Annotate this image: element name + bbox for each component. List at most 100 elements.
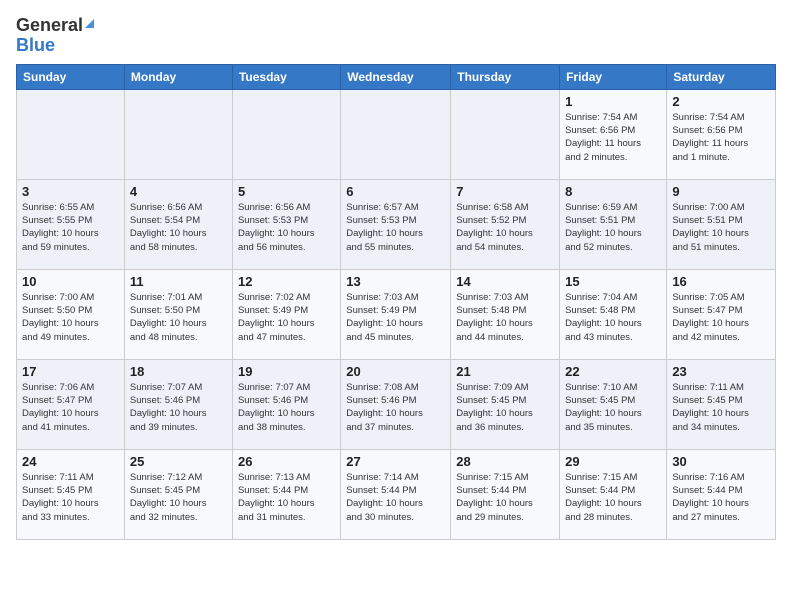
day-info: Sunrise: 7:00 AM Sunset: 5:50 PM Dayligh… [22, 291, 119, 344]
day-info: Sunrise: 7:16 AM Sunset: 5:44 PM Dayligh… [672, 471, 770, 524]
calendar-cell: 14 Sunrise: 7:03 AM Sunset: 5:48 PM Dayli… [451, 269, 560, 359]
day-number: 14 [456, 274, 554, 289]
calendar-cell: 23 Sunrise: 7:11 AM Sunset: 5:45 PM Dayli… [667, 359, 776, 449]
day-info: Sunrise: 7:07 AM Sunset: 5:46 PM Dayligh… [238, 381, 335, 434]
calendar-cell: 9Sunrise: 7:00 AM Sunset: 5:51 PM Daylig… [667, 179, 776, 269]
calendar-cell: 7 Sunrise: 6:58 AM Sunset: 5:52 PM Daylig… [451, 179, 560, 269]
day-info: Sunrise: 6:56 AM Sunset: 5:53 PM Dayligh… [238, 201, 335, 254]
day-info: Sunrise: 7:09 AM Sunset: 5:45 PM Dayligh… [456, 381, 554, 434]
page-header: General Blue [16, 16, 776, 56]
day-number: 12 [238, 274, 335, 289]
day-info: Sunrise: 6:58 AM Sunset: 5:52 PM Dayligh… [456, 201, 554, 254]
logo: General Blue [16, 16, 94, 56]
calendar-cell [451, 89, 560, 179]
calendar-table: SundayMondayTuesdayWednesdayThursdayFrid… [16, 64, 776, 540]
calendar-cell: 3 Sunrise: 6:55 AM Sunset: 5:55 PM Daylig… [17, 179, 125, 269]
day-number: 30 [672, 454, 770, 469]
day-number: 5 [238, 184, 335, 199]
logo-blue: Blue [16, 35, 55, 55]
calendar-cell [232, 89, 340, 179]
day-info: Sunrise: 7:01 AM Sunset: 5:50 PM Dayligh… [130, 291, 227, 344]
day-info: Sunrise: 7:54 AM Sunset: 6:56 PM Dayligh… [672, 111, 770, 164]
day-number: 20 [346, 364, 445, 379]
calendar-cell [124, 89, 232, 179]
day-number: 15 [565, 274, 661, 289]
calendar-cell: 26 Sunrise: 7:13 AM Sunset: 5:44 PM Dayli… [232, 449, 340, 539]
calendar-cell [341, 89, 451, 179]
day-info: Sunrise: 7:13 AM Sunset: 5:44 PM Dayligh… [238, 471, 335, 524]
day-number: 8 [565, 184, 661, 199]
day-number: 16 [672, 274, 770, 289]
calendar-cell: 15 Sunrise: 7:04 AM Sunset: 5:48 PM Dayli… [560, 269, 667, 359]
day-number: 2 [672, 94, 770, 109]
calendar-cell: 24 Sunrise: 7:11 AM Sunset: 5:45 PM Dayli… [17, 449, 125, 539]
day-number: 29 [565, 454, 661, 469]
calendar-cell: 25 Sunrise: 7:12 AM Sunset: 5:45 PM Dayli… [124, 449, 232, 539]
calendar-cell: 28 Sunrise: 7:15 AM Sunset: 5:44 PM Dayli… [451, 449, 560, 539]
day-number: 18 [130, 364, 227, 379]
day-number: 10 [22, 274, 119, 289]
calendar-cell: 8 Sunrise: 6:59 AM Sunset: 5:51 PM Daylig… [560, 179, 667, 269]
day-info: Sunrise: 7:05 AM Sunset: 5:47 PM Dayligh… [672, 291, 770, 344]
day-info: Sunrise: 7:00 AM Sunset: 5:51 PM Dayligh… [672, 201, 770, 254]
day-info: Sunrise: 7:15 AM Sunset: 5:44 PM Dayligh… [456, 471, 554, 524]
day-number: 21 [456, 364, 554, 379]
day-number: 6 [346, 184, 445, 199]
day-info: Sunrise: 7:54 AM Sunset: 6:56 PM Dayligh… [565, 111, 661, 164]
calendar-week-2: 3 Sunrise: 6:55 AM Sunset: 5:55 PM Daylig… [17, 179, 776, 269]
weekday-header-sunday: Sunday [17, 64, 125, 89]
calendar-cell: 18 Sunrise: 7:07 AM Sunset: 5:46 PM Dayli… [124, 359, 232, 449]
day-number: 11 [130, 274, 227, 289]
day-number: 17 [22, 364, 119, 379]
day-info: Sunrise: 7:15 AM Sunset: 5:44 PM Dayligh… [565, 471, 661, 524]
calendar-week-3: 10 Sunrise: 7:00 AM Sunset: 5:50 PM Dayli… [17, 269, 776, 359]
day-number: 26 [238, 454, 335, 469]
calendar-cell: 29 Sunrise: 7:15 AM Sunset: 5:44 PM Dayli… [560, 449, 667, 539]
day-info: Sunrise: 7:02 AM Sunset: 5:49 PM Dayligh… [238, 291, 335, 344]
weekday-header-friday: Friday [560, 64, 667, 89]
day-info: Sunrise: 7:14 AM Sunset: 5:44 PM Dayligh… [346, 471, 445, 524]
weekday-header-monday: Monday [124, 64, 232, 89]
day-info: Sunrise: 6:55 AM Sunset: 5:55 PM Dayligh… [22, 201, 119, 254]
calendar-cell: 11 Sunrise: 7:01 AM Sunset: 5:50 PM Dayli… [124, 269, 232, 359]
day-number: 23 [672, 364, 770, 379]
calendar-cell: 19Sunrise: 7:07 AM Sunset: 5:46 PM Dayli… [232, 359, 340, 449]
day-info: Sunrise: 7:03 AM Sunset: 5:49 PM Dayligh… [346, 291, 445, 344]
day-number: 7 [456, 184, 554, 199]
day-info: Sunrise: 6:56 AM Sunset: 5:54 PM Dayligh… [130, 201, 227, 254]
day-number: 27 [346, 454, 445, 469]
day-number: 22 [565, 364, 661, 379]
day-number: 13 [346, 274, 445, 289]
calendar-week-1: 1 Sunrise: 7:54 AM Sunset: 6:56 PM Daylig… [17, 89, 776, 179]
day-info: Sunrise: 6:57 AM Sunset: 5:53 PM Dayligh… [346, 201, 445, 254]
day-info: Sunrise: 7:12 AM Sunset: 5:45 PM Dayligh… [130, 471, 227, 524]
weekday-header-saturday: Saturday [667, 64, 776, 89]
day-info: Sunrise: 7:11 AM Sunset: 5:45 PM Dayligh… [672, 381, 770, 434]
calendar-cell: 22 Sunrise: 7:10 AM Sunset: 5:45 PM Dayli… [560, 359, 667, 449]
day-number: 25 [130, 454, 227, 469]
day-number: 1 [565, 94, 661, 109]
calendar-cell: 30 Sunrise: 7:16 AM Sunset: 5:44 PM Dayli… [667, 449, 776, 539]
weekday-header-wednesday: Wednesday [341, 64, 451, 89]
day-info: Sunrise: 6:59 AM Sunset: 5:51 PM Dayligh… [565, 201, 661, 254]
weekday-header-thursday: Thursday [451, 64, 560, 89]
day-number: 3 [22, 184, 119, 199]
day-info: Sunrise: 7:04 AM Sunset: 5:48 PM Dayligh… [565, 291, 661, 344]
day-info: Sunrise: 7:06 AM Sunset: 5:47 PM Dayligh… [22, 381, 119, 434]
calendar-cell: 17 Sunrise: 7:06 AM Sunset: 5:47 PM Dayli… [17, 359, 125, 449]
day-number: 28 [456, 454, 554, 469]
calendar-cell: 20 Sunrise: 7:08 AM Sunset: 5:46 PM Dayli… [341, 359, 451, 449]
logo-general: General [16, 16, 83, 36]
day-info: Sunrise: 7:11 AM Sunset: 5:45 PM Dayligh… [22, 471, 119, 524]
calendar-cell: 13 Sunrise: 7:03 AM Sunset: 5:49 PM Dayli… [341, 269, 451, 359]
calendar-cell: 6 Sunrise: 6:57 AM Sunset: 5:53 PM Daylig… [341, 179, 451, 269]
day-info: Sunrise: 7:10 AM Sunset: 5:45 PM Dayligh… [565, 381, 661, 434]
calendar-cell: 12 Sunrise: 7:02 AM Sunset: 5:49 PM Dayli… [232, 269, 340, 359]
day-info: Sunrise: 7:03 AM Sunset: 5:48 PM Dayligh… [456, 291, 554, 344]
calendar-week-5: 24 Sunrise: 7:11 AM Sunset: 5:45 PM Dayli… [17, 449, 776, 539]
day-info: Sunrise: 7:07 AM Sunset: 5:46 PM Dayligh… [130, 381, 227, 434]
day-number: 24 [22, 454, 119, 469]
calendar-cell: 21 Sunrise: 7:09 AM Sunset: 5:45 PM Dayli… [451, 359, 560, 449]
calendar-cell: 16 Sunrise: 7:05 AM Sunset: 5:47 PM Dayli… [667, 269, 776, 359]
day-info: Sunrise: 7:08 AM Sunset: 5:46 PM Dayligh… [346, 381, 445, 434]
